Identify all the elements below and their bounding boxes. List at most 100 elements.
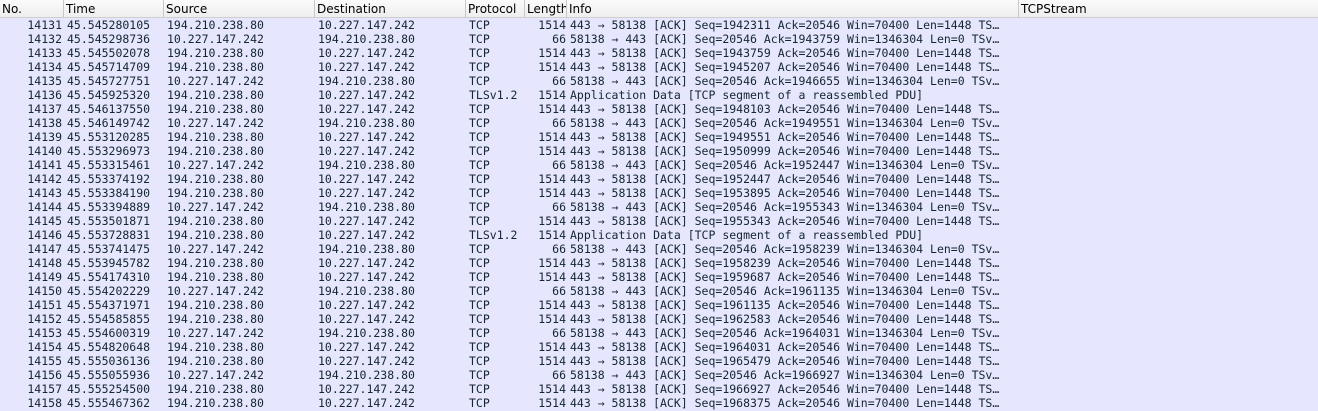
column-header-source[interactable]: Source <box>164 0 315 18</box>
packet-row[interactable]: 14156 45.555055936 10.227.147.242 194.210.2… <box>0 368 1318 382</box>
packet-protocol: TCP <box>469 74 490 88</box>
packet-protocol: TCP <box>469 18 490 32</box>
packet-source: 194.210.238.80 <box>167 88 264 102</box>
packet-source: 194.210.238.80 <box>167 256 264 270</box>
packet-row[interactable]: 14132 45.545298736 10.227.147.242 194.210.2… <box>0 32 1318 46</box>
packet-destination: 10.227.147.242 <box>318 270 415 284</box>
packet-time: 45.545925320 <box>67 88 151 102</box>
packet-info: 443 → 58138 [ACK] Seq=1962583 Ack=20546 … <box>570 312 1000 326</box>
packet-destination: 194.210.238.80 <box>318 242 415 256</box>
packet-length: 1514 <box>538 312 566 326</box>
packet-time: 45.546149742 <box>67 116 151 130</box>
packet-destination: 194.210.238.80 <box>318 368 415 382</box>
packet-row[interactable]: 14137 45.546137550 194.210.238.80 10.227.14… <box>0 102 1318 116</box>
packet-row[interactable]: 14136 45.545925320 194.210.238.80 10.227.14… <box>0 88 1318 102</box>
packet-row[interactable]: 14131 45.545280105 194.210.238.80 10.227.14… <box>0 18 1318 32</box>
packet-number: 14151 <box>27 298 62 312</box>
packet-destination: 10.227.147.242 <box>318 312 415 326</box>
packet-source: 194.210.238.80 <box>167 172 264 186</box>
packet-row[interactable]: 14157 45.555254500 194.210.238.80 10.227.14… <box>0 382 1318 396</box>
packet-destination: 10.227.147.242 <box>318 298 415 312</box>
packet-row[interactable]: 14140 45.553296973 194.210.238.80 10.227.14… <box>0 144 1318 158</box>
packet-row[interactable]: 14152 45.554585855 194.210.238.80 10.227.14… <box>0 312 1318 326</box>
packet-time: 45.545280105 <box>67 18 151 32</box>
packet-row[interactable]: 14138 45.546149742 10.227.147.242 194.210.2… <box>0 116 1318 130</box>
packet-row[interactable]: 14150 45.554202229 10.227.147.242 194.210.2… <box>0 284 1318 298</box>
packet-destination: 10.227.147.242 <box>318 88 415 102</box>
packet-length: 66 <box>552 32 566 46</box>
packet-row[interactable]: 14149 45.554174310 194.210.238.80 10.227.14… <box>0 270 1318 284</box>
packet-length: 1514 <box>538 60 566 74</box>
column-header-destination[interactable]: Destination <box>315 0 466 18</box>
packet-row[interactable]: 14151 45.554371971 194.210.238.80 10.227.14… <box>0 298 1318 312</box>
packet-number: 14141 <box>27 158 62 172</box>
packet-row[interactable]: 14145 45.553501871 194.210.238.80 10.227.14… <box>0 214 1318 228</box>
packet-destination: 10.227.147.242 <box>318 172 415 186</box>
packet-time: 45.553501871 <box>67 214 151 228</box>
packet-row[interactable]: 14144 45.553394889 10.227.147.242 194.210.2… <box>0 200 1318 214</box>
packet-time: 45.554202229 <box>67 284 151 298</box>
packet-number: 14133 <box>27 46 62 60</box>
packet-time: 45.546137550 <box>67 102 151 116</box>
packet-tcpstream <box>1022 368 1318 382</box>
packet-row[interactable]: 14141 45.553315461 10.227.147.242 194.210.2… <box>0 158 1318 172</box>
column-header-protocol[interactable]: Protocol <box>466 0 525 18</box>
packet-tcpstream <box>1022 228 1318 242</box>
packet-destination: 194.210.238.80 <box>318 326 415 340</box>
column-header-info[interactable]: Info <box>567 0 1019 18</box>
packet-tcpstream <box>1022 270 1318 284</box>
packet-number: 14136 <box>27 88 62 102</box>
column-header-length[interactable]: Length <box>525 0 567 18</box>
packet-destination: 10.227.147.242 <box>318 130 415 144</box>
packet-info: 443 → 58138 [ACK] Seq=1953895 Ack=20546 … <box>570 186 1000 200</box>
packet-list[interactable]: No. Time Source Destination Protocol Len… <box>0 0 1318 411</box>
packet-row[interactable]: 14139 45.553120285 194.210.238.80 10.227.14… <box>0 130 1318 144</box>
packet-info: Application Data [TCP segment of a reass… <box>570 228 924 242</box>
packet-tcpstream <box>1022 340 1318 354</box>
packet-length: 66 <box>552 242 566 256</box>
packet-tcpstream <box>1022 298 1318 312</box>
packet-row[interactable]: 14146 45.553728831 194.210.238.80 10.227.14… <box>0 228 1318 242</box>
packet-protocol: TCP <box>469 214 490 228</box>
packet-source: 194.210.238.80 <box>167 312 264 326</box>
packet-length: 1514 <box>538 298 566 312</box>
packet-destination: 10.227.147.242 <box>318 256 415 270</box>
packet-length: 1514 <box>538 396 566 410</box>
packet-protocol: TCP <box>469 256 490 270</box>
packet-protocol: TCP <box>469 326 490 340</box>
packet-info: 443 → 58138 [ACK] Seq=1942311 Ack=20546 … <box>570 18 1000 32</box>
packet-number: 14144 <box>27 200 62 214</box>
packet-number: 14154 <box>27 340 62 354</box>
column-header-tcpstream[interactable]: TCPStream <box>1019 0 1318 18</box>
packet-destination: 10.227.147.242 <box>318 340 415 354</box>
packet-row[interactable]: 14142 45.553374192 194.210.238.80 10.227.14… <box>0 172 1318 186</box>
packet-row[interactable]: 14153 45.554600319 10.227.147.242 194.210.2… <box>0 326 1318 340</box>
packet-number: 14155 <box>27 354 62 368</box>
packet-row[interactable]: 14147 45.553741475 10.227.147.242 194.210.2… <box>0 242 1318 256</box>
packet-info: 443 → 58138 [ACK] Seq=1968375 Ack=20546 … <box>570 396 1000 410</box>
packet-destination: 194.210.238.80 <box>318 32 415 46</box>
packet-row[interactable]: 14155 45.555036136 194.210.238.80 10.227.14… <box>0 354 1318 368</box>
packet-info: Application Data [TCP segment of a reass… <box>570 88 924 102</box>
packet-number: 14157 <box>27 382 62 396</box>
packet-destination: 10.227.147.242 <box>318 186 415 200</box>
packet-info: 443 → 58138 [ACK] Seq=1948103 Ack=20546 … <box>570 102 1000 116</box>
column-header-time[interactable]: Time <box>64 0 164 18</box>
packet-info: 443 → 58138 [ACK] Seq=1959687 Ack=20546 … <box>570 270 1000 284</box>
packet-tcpstream <box>1022 46 1318 60</box>
packet-tcpstream <box>1022 354 1318 368</box>
packet-destination: 10.227.147.242 <box>318 228 415 242</box>
packet-row[interactable]: 14143 45.553384190 194.210.238.80 10.227.14… <box>0 186 1318 200</box>
packet-destination: 194.210.238.80 <box>318 200 415 214</box>
packet-row[interactable]: 14134 45.545714709 194.210.238.80 10.227.14… <box>0 60 1318 74</box>
packet-row[interactable]: 14158 45.555467362 194.210.238.80 10.227.14… <box>0 396 1318 410</box>
packet-row[interactable]: 14154 45.554820648 194.210.238.80 10.227.14… <box>0 340 1318 354</box>
packet-source: 194.210.238.80 <box>167 214 264 228</box>
packet-time: 45.555254500 <box>67 382 151 396</box>
packet-row[interactable]: 14148 45.553945782 194.210.238.80 10.227.14… <box>0 256 1318 270</box>
column-header-no[interactable]: No. <box>0 0 64 18</box>
packet-info: 58138 → 443 [ACK] Seq=20546 Ack=1966927 … <box>570 368 1000 382</box>
packet-row[interactable]: 14135 45.545727751 10.227.147.242 194.210.2… <box>0 74 1318 88</box>
packet-row[interactable]: 14133 45.545502078 194.210.238.80 10.227.14… <box>0 46 1318 60</box>
packet-source: 10.227.147.242 <box>167 116 264 130</box>
